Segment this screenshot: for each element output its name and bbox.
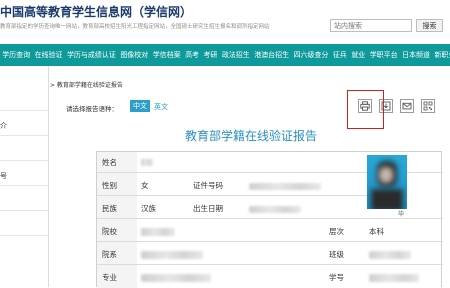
level-value: 本科 bbox=[369, 227, 384, 236]
photo-caption: 毕 bbox=[398, 211, 405, 218]
nav-item-online-verify[interactable]: 在线验证 bbox=[32, 50, 64, 60]
language-english-link[interactable]: 英文 bbox=[154, 102, 168, 112]
gender-value: 女 bbox=[141, 181, 149, 190]
dept-label: 院系 bbox=[102, 250, 117, 259]
search-input[interactable] bbox=[330, 19, 412, 32]
student-id-label: 学号 bbox=[329, 273, 344, 282]
nav-item-image-check[interactable]: 图像校对 bbox=[118, 50, 150, 60]
site-subtitle: 教育部指定的学历查询唯一网站，教育部高校招生阳光工程指定网站，全国硕士研究生招生… bbox=[0, 24, 270, 30]
sidebar-divider bbox=[0, 235, 48, 236]
sidebar-divider bbox=[0, 110, 48, 111]
gender-label: 性别 bbox=[102, 181, 117, 190]
main-nav: 学历查询 在线验证 学历与成绩认证 图像校对 学信档案 高考 考研 政法招生 港… bbox=[0, 44, 450, 66]
name-value-redacted bbox=[141, 159, 153, 166]
language-chinese-button[interactable]: 中文 bbox=[130, 100, 150, 112]
sidebar-item-intro[interactable]: 介 bbox=[0, 121, 7, 131]
language-prompt: 请选择报告语种： bbox=[66, 105, 118, 113]
nav-item-japan[interactable]: 日本频道 bbox=[400, 50, 432, 60]
print-highlight-box bbox=[347, 90, 384, 129]
major-value-redacted bbox=[141, 274, 211, 282]
major-label: 专业 bbox=[102, 273, 117, 282]
mail-icon[interactable] bbox=[400, 99, 414, 113]
school-value-redacted bbox=[141, 228, 175, 236]
nav-item-cet-score[interactable]: 四六级查分 bbox=[291, 50, 330, 60]
school-label: 院校 bbox=[102, 227, 117, 236]
site-header: 中国高等教育学生信息网（学信网） 教育部指定的学历查询唯一网站，教育部高校招生阳… bbox=[0, 0, 450, 44]
nav-item-career[interactable]: 学职平台 bbox=[368, 50, 400, 60]
student-id-value-redacted bbox=[369, 274, 419, 282]
sidebar-divider bbox=[0, 185, 48, 186]
sidebar-divider bbox=[0, 160, 48, 161]
level-label: 层次 bbox=[329, 227, 344, 236]
id-value-redacted bbox=[249, 183, 321, 190]
nav-item-archive[interactable]: 学信档案 bbox=[151, 50, 183, 60]
sidebar-item-number[interactable]: 号 bbox=[0, 171, 7, 181]
sidebar-divider bbox=[0, 135, 48, 136]
birth-label: 出生日期 bbox=[193, 204, 223, 213]
search-button[interactable]: 搜索 bbox=[416, 19, 443, 32]
birth-value-redacted bbox=[249, 206, 301, 213]
photo-face bbox=[379, 167, 393, 183]
nav-item-new-career[interactable]: 新职业 bbox=[432, 50, 450, 60]
nav-item-gaokao[interactable]: 高考 bbox=[183, 50, 201, 60]
sidebar bbox=[0, 66, 49, 287]
ethnic-value: 汉族 bbox=[141, 204, 156, 213]
id-label: 证件号码 bbox=[193, 181, 223, 190]
nav-item-degree-query[interactable]: 学历查询 bbox=[0, 50, 32, 60]
nav-item-employment[interactable]: 就业 bbox=[349, 50, 367, 60]
class-label: 班级 bbox=[329, 250, 344, 259]
nav-item-conscription[interactable]: 征兵 bbox=[331, 50, 349, 60]
nav-item-law-enroll[interactable]: 政法招生 bbox=[220, 50, 252, 60]
row-divider bbox=[97, 264, 443, 265]
student-photo bbox=[367, 155, 407, 209]
nav-item-kaoyan[interactable]: 考研 bbox=[201, 50, 219, 60]
dept-value-redacted bbox=[141, 251, 203, 259]
row-divider bbox=[97, 218, 443, 219]
name-label: 姓名 bbox=[102, 158, 117, 167]
report-title: 教育部学籍在线验证报告 bbox=[185, 129, 318, 143]
site-title[interactable]: 中国高等教育学生信息网（学信网） bbox=[0, 3, 192, 20]
sidebar-divider bbox=[0, 210, 48, 211]
nav-item-certification[interactable]: 学历与成绩认证 bbox=[65, 50, 118, 60]
qrcode-icon[interactable] bbox=[421, 99, 435, 113]
row-divider bbox=[97, 195, 367, 196]
row-divider bbox=[97, 241, 443, 242]
nav-item-hkmt-enroll[interactable]: 港澳台招生 bbox=[252, 50, 291, 60]
ethnic-label: 民族 bbox=[102, 204, 117, 213]
photo-clothing bbox=[371, 189, 403, 209]
class-value-redacted bbox=[369, 251, 411, 259]
